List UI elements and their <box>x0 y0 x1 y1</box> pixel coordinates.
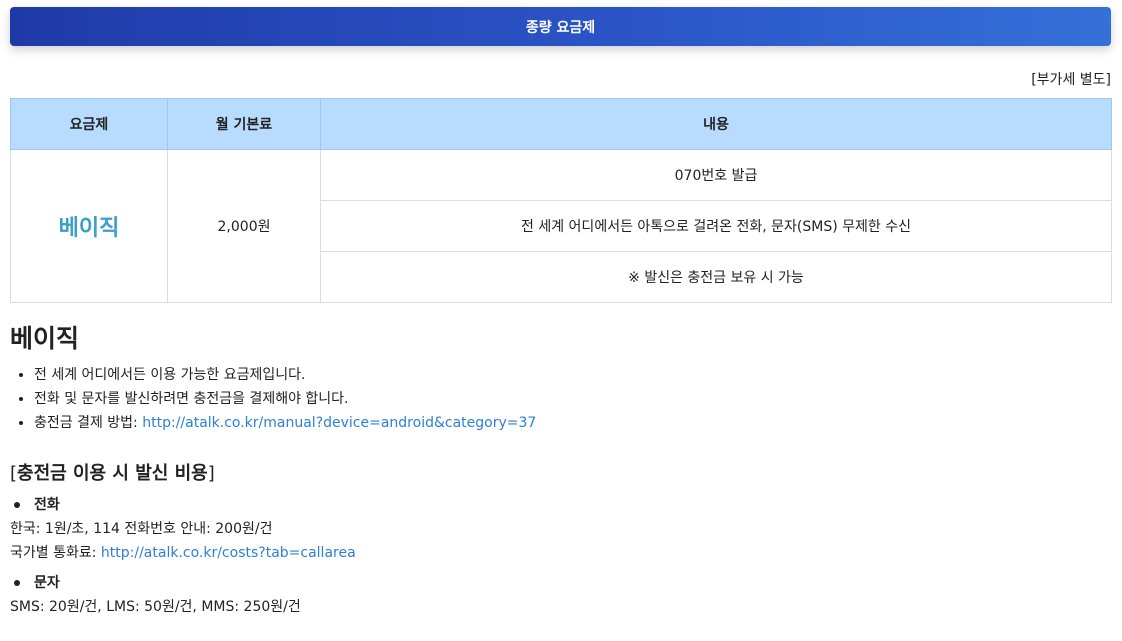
costs-title-text: 충전금 이용 시 발신 비용 <box>17 463 208 484</box>
plan-banner: 종량 요금제 <box>10 7 1111 46</box>
call-category: 전화 <box>10 493 1111 517</box>
payment-method-link[interactable]: http://atalk.co.kr/manual?device=android… <box>142 415 536 431</box>
header-contents: 내용 <box>320 98 1112 150</box>
plan-name: 베이직 <box>58 216 120 241</box>
content-cell: 전 세계 어디에서든 아톡으로 걸려온 전화, 문자(SMS) 무제한 수신 <box>320 200 1112 252</box>
sms-rate: SMS: 20원/건, LMS: 50원/건, MMS: 250원/건 <box>10 599 301 615</box>
bullet-icon <box>14 580 20 586</box>
plan-table: 요금제 월 기본료 내용 베이직 2,000원 070번호 발급 전 세계 어디… <box>10 98 1112 303</box>
sms-category: 문자 <box>10 571 1111 595</box>
content-cell: ※ 발신은 충전금 보유 시 가능 <box>320 251 1112 303</box>
sms-label: 문자 <box>34 575 60 591</box>
list-item: 충전금 결제 방법: http://atalk.co.kr/manual?dev… <box>34 411 1111 435</box>
bullet-icon <box>14 502 20 508</box>
table-header-row: 요금제 월 기본료 내용 <box>10 98 1112 150</box>
intl-rate-label: 국가별 통화료: <box>10 545 101 561</box>
plan-name-cell: 베이직 <box>10 149 168 303</box>
plan-bullets: 전 세계 어디에서든 이용 가능한 요금제입니다. 전화 및 문자를 발신하려면… <box>10 363 1111 435</box>
vat-note: [부가세 별도] <box>1031 72 1111 88</box>
content-cell: 070번호 발급 <box>320 149 1112 201</box>
call-intl-rate: 국가별 통화료: http://atalk.co.kr/costs?tab=ca… <box>10 541 1111 565</box>
costs-title: [충전금 이용 시 발신 비용] <box>10 461 1111 487</box>
table-row: 베이직 2,000원 070번호 발급 <box>10 149 1112 303</box>
banner-title: 종량 요금제 <box>525 19 596 36</box>
section-title: 베이직 <box>10 324 80 353</box>
intl-rate-link[interactable]: http://atalk.co.kr/costs?tab=callarea <box>101 545 356 561</box>
list-item: 전화 및 문자를 발신하려면 충전금을 결제해야 합니다. <box>34 387 1111 411</box>
monthly-fee-cell: 2,000원 <box>167 149 321 303</box>
payment-label: 충전금 결제 방법: <box>34 415 143 431</box>
page: 종량 요금제 [부가세 별도] 요금제 월 기본료 내용 베이직 2,000원 … <box>0 0 1122 619</box>
costs-open-bracket: [ <box>10 463 18 484</box>
call-domestic-rate: 한국: 1원/초, 114 전화번호 안내: 200원/건 <box>10 521 273 537</box>
call-label: 전화 <box>34 497 60 513</box>
header-plan: 요금제 <box>10 98 168 150</box>
header-monthly-fee: 월 기본료 <box>167 98 321 150</box>
list-item: 전 세계 어디에서든 이용 가능한 요금제입니다. <box>34 363 1111 387</box>
costs-close-bracket: ] <box>207 463 215 484</box>
